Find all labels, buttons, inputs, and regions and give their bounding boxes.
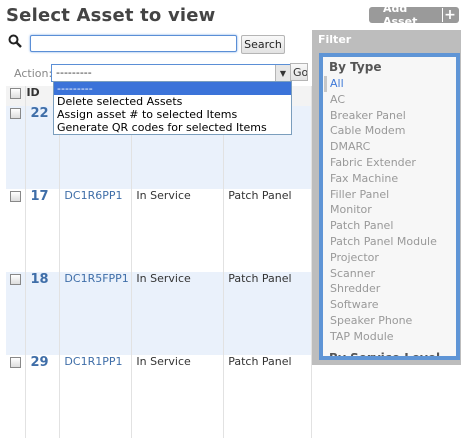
action-option[interactable]: Assign asset # to selected Items bbox=[54, 108, 291, 121]
filter-option[interactable]: Scanner bbox=[323, 266, 456, 282]
add-asset-label: Add Asset bbox=[383, 2, 418, 28]
filter-by-type-title: By Type bbox=[329, 60, 382, 74]
asset-name-link[interactable]: DC1R5FPP1 bbox=[60, 272, 131, 285]
asset-status: In Service bbox=[136, 355, 191, 368]
asset-type: Patch Panel bbox=[228, 272, 292, 285]
table-row: 18 DC1R5FPP1 In Service Patch Panel bbox=[6, 272, 312, 355]
filter-panel: By Type All AC Breaker Panel Cable Modem DMA… bbox=[319, 53, 460, 360]
filter-option[interactable]: Fax Machine bbox=[323, 171, 456, 187]
filter-option[interactable]: Projector bbox=[323, 250, 456, 266]
filter-option[interactable]: Fabric Extender bbox=[323, 155, 456, 171]
search-button[interactable]: Search bbox=[241, 35, 285, 54]
filter-option[interactable]: TAP Module bbox=[323, 329, 456, 345]
filter-type-list: All AC Breaker Panel Cable Modem DMARC Fabric… bbox=[323, 76, 456, 345]
filter-option[interactable]: Speaker Phone bbox=[323, 313, 456, 329]
page-title: Select Asset to view bbox=[6, 5, 216, 26]
asset-status: In Service bbox=[136, 189, 191, 202]
asset-status: In Service bbox=[136, 272, 191, 285]
action-dropdown: --------- Delete selected Assets Assign … bbox=[53, 81, 292, 135]
row-checkbox[interactable] bbox=[10, 274, 21, 285]
select-all-checkbox[interactable] bbox=[10, 88, 21, 99]
filter-option[interactable]: DMARC bbox=[323, 139, 456, 155]
filter-option[interactable]: Patch Panel bbox=[323, 218, 456, 234]
action-option[interactable]: --------- bbox=[54, 82, 291, 95]
filter-option[interactable]: Breaker Panel bbox=[323, 108, 456, 124]
asset-type: Patch Panel bbox=[228, 355, 292, 368]
chevron-down-icon[interactable]: ▼ bbox=[275, 65, 290, 81]
go-button[interactable]: Go bbox=[290, 63, 308, 81]
filter-option[interactable]: Filler Panel bbox=[323, 187, 456, 203]
filter-by-service-title: By Service Level bbox=[329, 350, 441, 360]
assets-table: ID 22 17 DC1R6PP1 In Service Patch Panel… bbox=[6, 86, 312, 438]
asset-type: Patch Panel bbox=[228, 189, 292, 202]
filter-option[interactable]: AC bbox=[323, 92, 456, 108]
asset-id-link[interactable]: 18 bbox=[26, 272, 59, 287]
search-icon bbox=[8, 34, 22, 48]
row-checkbox[interactable] bbox=[10, 191, 21, 202]
table-row: 17 DC1R6PP1 In Service Patch Panel bbox=[6, 189, 312, 272]
filter-option[interactable]: Patch Panel Module bbox=[323, 234, 456, 250]
asset-id-link[interactable]: 17 bbox=[26, 189, 59, 204]
action-option[interactable]: Generate QR codes for selected Items bbox=[54, 121, 291, 134]
action-label: Action: bbox=[14, 67, 53, 80]
filter-title: Filter bbox=[318, 33, 352, 46]
asset-name-link[interactable]: DC1R6PP1 bbox=[60, 189, 131, 202]
filter-option[interactable]: Monitor bbox=[323, 202, 456, 218]
asset-id-link[interactable]: 29 bbox=[26, 355, 59, 370]
action-selected-value: --------- bbox=[56, 66, 92, 79]
filter-option[interactable]: Cable Modem bbox=[323, 123, 456, 139]
table-row: 29 DC1R1PP1 In Service Patch Panel bbox=[6, 355, 312, 438]
filter-option[interactable]: Shredder bbox=[323, 281, 456, 297]
action-option[interactable]: Delete selected Assets bbox=[54, 95, 291, 108]
filter-option[interactable]: All bbox=[323, 76, 456, 92]
row-checkbox[interactable] bbox=[10, 357, 21, 368]
action-select[interactable]: --------- ▼ bbox=[51, 64, 291, 82]
search-input[interactable] bbox=[30, 35, 237, 52]
row-checkbox[interactable] bbox=[10, 108, 21, 119]
add-asset-button[interactable]: Add Asset + bbox=[369, 2, 459, 28]
filter-option[interactable]: Software bbox=[323, 297, 456, 313]
filter-sidebar: Filter By Type All AC Breaker Panel Cable M… bbox=[312, 30, 461, 365]
asset-name-link[interactable]: DC1R1PP1 bbox=[60, 355, 131, 368]
plus-icon: + bbox=[442, 7, 457, 23]
